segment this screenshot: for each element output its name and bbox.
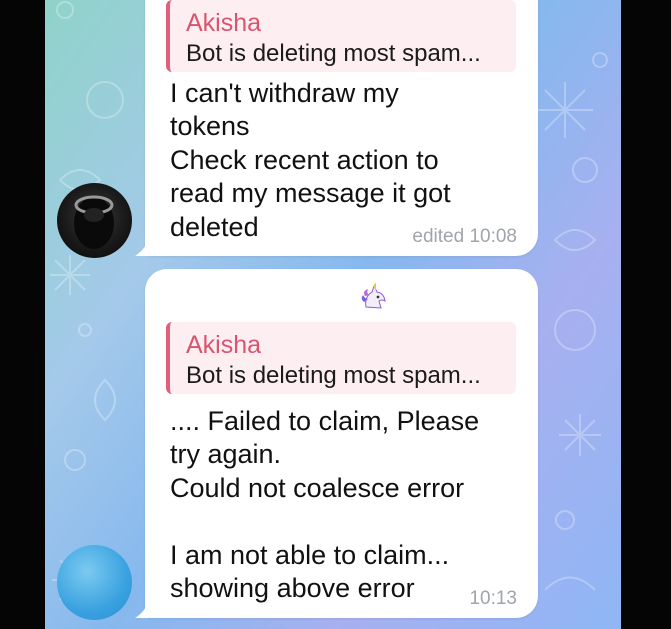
message-bubble[interactable]: Akisha Bot is deleting most spam... I ca…	[135, 0, 538, 256]
message-timestamp: edited 10:08	[412, 226, 517, 247]
reply-sender-name: Akisha	[186, 331, 262, 359]
sender-avatar[interactable]	[57, 183, 132, 258]
message-bubble[interactable]: Akisha Bot is deleting most spam... ....…	[135, 269, 538, 618]
message-text-line: Check recent action to	[170, 145, 439, 175]
reply-quoted-text: Bot is deleting most spam...	[186, 40, 481, 67]
reply-quoted-text: Bot is deleting most spam...	[186, 362, 481, 389]
message-text-line: I am not able to claim...	[170, 540, 450, 570]
chat-area[interactable]: Akisha Bot is deleting most spam... I ca…	[45, 0, 621, 629]
message-text-line: tokens	[170, 111, 250, 141]
sender-avatar[interactable]	[57, 545, 132, 620]
message-text-line: deleted	[170, 212, 259, 242]
message-text-line: showing above error	[170, 573, 415, 603]
reply-quote[interactable]: Akisha Bot is deleting most spam...	[166, 322, 516, 394]
bubble-tail	[135, 238, 149, 256]
reply-sender-name: Akisha	[186, 9, 262, 37]
message-timestamp: 10:13	[469, 588, 517, 609]
reply-quote[interactable]: Akisha Bot is deleting most spam...	[166, 0, 516, 72]
avatar-silhouette-icon	[74, 195, 114, 249]
message-text-line: read my message it got	[170, 178, 451, 208]
message-text-line: .... Failed to claim, Please	[170, 406, 480, 436]
message-text-line: try again.	[170, 439, 282, 469]
message-text-line: I can't withdraw my	[170, 78, 399, 108]
bubble-tail	[135, 600, 149, 618]
unicorn-icon[interactable]	[360, 283, 390, 311]
message-text-line: Could not coalesce error	[170, 473, 465, 503]
